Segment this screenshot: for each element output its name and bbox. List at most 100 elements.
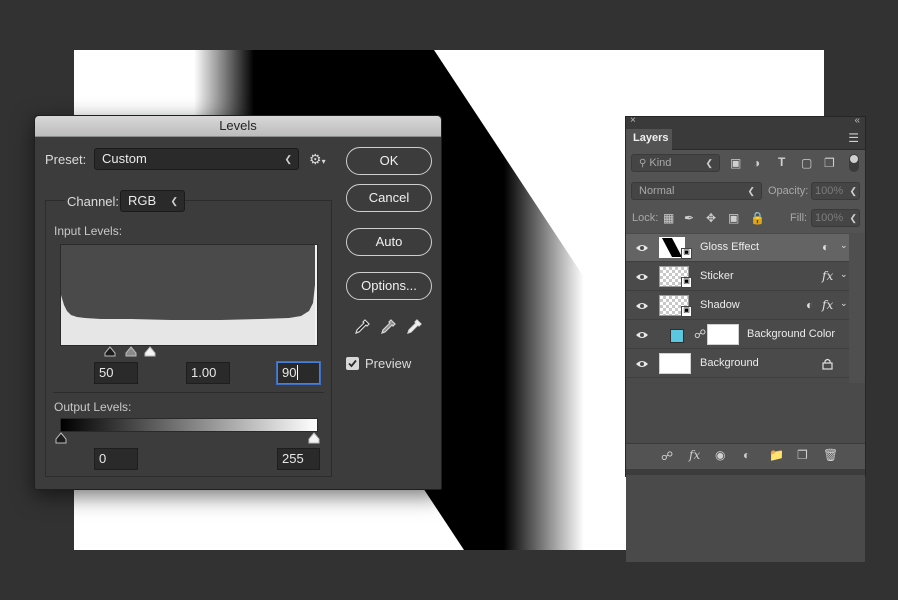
filter-toggle[interactable]	[849, 154, 859, 172]
filter-kind-select[interactable]: ⚲ Kind ❮	[631, 154, 720, 172]
layer-row-gloss-effect[interactable]: ▣ Gloss Effect ◐ ⌄	[626, 234, 849, 262]
visibility-eye-icon[interactable]	[635, 358, 649, 370]
visibility-eye-icon[interactable]	[635, 300, 649, 312]
preview-label: Preview	[365, 356, 412, 371]
output-levels-label: Output Levels:	[54, 400, 132, 414]
preset-value: Custom	[102, 151, 147, 166]
lock-icon	[822, 358, 833, 370]
blend-mode-value: Normal	[639, 185, 675, 197]
output-white-field[interactable]: 255	[277, 448, 320, 470]
search-icon: ⚲	[639, 158, 647, 169]
opacity-label: Opacity:	[768, 185, 809, 197]
histogram	[60, 244, 318, 346]
output-slider-handles	[55, 432, 320, 444]
filter-pixel-icon[interactable]: ▣	[730, 156, 741, 170]
preset-options-gear-icon[interactable]: ⚙▾	[309, 151, 329, 167]
tab-layers[interactable]: Layers	[626, 129, 672, 150]
preview-checkbox[interactable]	[346, 357, 359, 370]
options-button[interactable]: Options...	[346, 272, 432, 300]
panel-resize-grip[interactable]	[626, 469, 865, 475]
input-white-field[interactable]: 90	[277, 362, 320, 384]
add-mask-icon[interactable]: ◉	[715, 448, 725, 462]
filter-kind-value: Kind	[649, 157, 672, 169]
delete-layer-trash-icon[interactable]: 🗑	[823, 448, 838, 462]
chevron-down-icon: ❮	[284, 154, 292, 164]
panel-menu-icon[interactable]: ☰	[848, 131, 859, 145]
lock-position-icon[interactable]: ✥	[706, 211, 716, 225]
lock-all-icon[interactable]: 🔒	[750, 211, 765, 225]
fill-label: Fill:	[790, 212, 808, 224]
input-gamma-field[interactable]: 1.00	[186, 362, 230, 384]
panel-tab-bar: Layers ☰	[626, 129, 865, 150]
layer-row-sticker[interactable]: ▣ Sticker fx ⌄	[626, 263, 849, 291]
histogram-graph	[61, 245, 317, 345]
expand-effects-icon[interactable]: ⌄	[840, 240, 848, 251]
levels-dialog: Levels Preset: Custom ❮ ⚙▾ Channel: RGB …	[34, 115, 442, 490]
filter-smart-object-icon[interactable]: ❐	[824, 156, 835, 170]
levels-titlebar[interactable]: Levels	[35, 116, 441, 137]
chevron-down-icon: ❮	[849, 186, 857, 196]
lock-artboard-icon[interactable]: ▣	[728, 211, 739, 225]
adjustment-link-icon: ◐	[822, 240, 830, 254]
output-gradient-bar	[60, 418, 318, 432]
input-slider-track[interactable]	[103, 345, 161, 357]
link-layers-icon[interactable]: ☍	[661, 449, 673, 463]
layers-scrollbar[interactable]	[849, 233, 865, 383]
expand-effects-icon[interactable]: ⌄	[840, 298, 848, 309]
layer-name: Gloss Effect	[700, 241, 760, 253]
layer-name: Background	[700, 357, 759, 369]
adjustment-link-icon: ◐	[806, 298, 814, 312]
expand-effects-icon[interactable]: ⌄	[840, 269, 848, 280]
fill-field[interactable]: 100% ❮	[811, 209, 860, 227]
channel-select[interactable]: RGB ❮	[120, 190, 185, 212]
filter-adjustment-icon[interactable]: ◑	[753, 156, 760, 170]
channel-value: RGB	[128, 193, 157, 208]
layers-panel: × « Layers ☰ ⚲ Kind ❮ ▣ ◑ T ▢ ❐ Normal ❮…	[625, 115, 866, 562]
auto-button[interactable]: Auto	[346, 228, 432, 256]
layer-row-background[interactable]: Background	[626, 350, 849, 378]
output-slider-track[interactable]	[55, 432, 321, 444]
filter-shape-icon[interactable]: ▢	[801, 156, 812, 170]
visibility-eye-icon[interactable]	[635, 329, 649, 341]
chain-link-icon[interactable]: ☍	[694, 327, 706, 341]
opacity-field[interactable]: 100% ❮	[811, 182, 860, 200]
new-layer-icon[interactable]: ❐	[797, 448, 808, 462]
gray-point-eyedropper-icon[interactable]	[379, 318, 397, 336]
visibility-eye-icon[interactable]	[635, 242, 649, 254]
panel-header-strip: × «	[626, 115, 865, 129]
chevron-down-icon: ❮	[705, 158, 713, 168]
divider	[53, 392, 324, 393]
input-white-value: 90	[282, 365, 297, 380]
filter-type-icon[interactable]: T	[778, 155, 785, 169]
lock-paint-icon[interactable]: ✒	[684, 211, 694, 225]
preset-select[interactable]: Custom ❮	[94, 148, 299, 170]
blend-mode-select[interactable]: Normal ❮	[631, 182, 762, 200]
lock-label: Lock:	[632, 212, 659, 224]
input-slider-handles	[104, 346, 156, 357]
new-adjustment-layer-icon[interactable]: ◐	[743, 448, 750, 462]
close-panel-icon[interactable]: ×	[630, 115, 636, 126]
layer-thumbnail	[659, 353, 691, 374]
layer-name: Sticker	[700, 270, 734, 282]
cancel-button[interactable]: Cancel	[346, 184, 432, 212]
new-group-folder-icon[interactable]: 📁	[769, 448, 784, 462]
visibility-eye-icon[interactable]	[635, 271, 649, 283]
tab-layers-label: Layers	[633, 132, 669, 144]
fx-icon[interactable]: fx	[822, 269, 833, 283]
collapse-panel-icon[interactable]: «	[854, 115, 860, 126]
channel-label: Channel:	[65, 194, 122, 209]
fx-icon[interactable]: fx	[822, 298, 833, 312]
output-black-field[interactable]: 0	[94, 448, 138, 470]
lock-transparent-icon[interactable]: ▦	[663, 211, 674, 225]
layer-row-background-color[interactable]: ☍ Background Color	[626, 321, 849, 349]
fill-color-swatch[interactable]	[670, 329, 684, 343]
opacity-value: 100%	[815, 185, 844, 197]
chevron-down-icon: ❮	[747, 186, 755, 196]
ok-button[interactable]: OK	[346, 147, 432, 175]
black-point-eyedropper-icon[interactable]	[353, 318, 371, 336]
layer-row-shadow[interactable]: ▣ Shadow ◐ fx ⌄	[626, 292, 849, 320]
add-layer-style-icon[interactable]: fx	[689, 448, 700, 462]
input-black-field[interactable]: 50	[94, 362, 138, 384]
white-point-eyedropper-icon[interactable]	[405, 318, 423, 336]
layers-bottom-toolbar: ☍ fx ◉ ◐ 📁 ❐ 🗑	[626, 443, 865, 470]
